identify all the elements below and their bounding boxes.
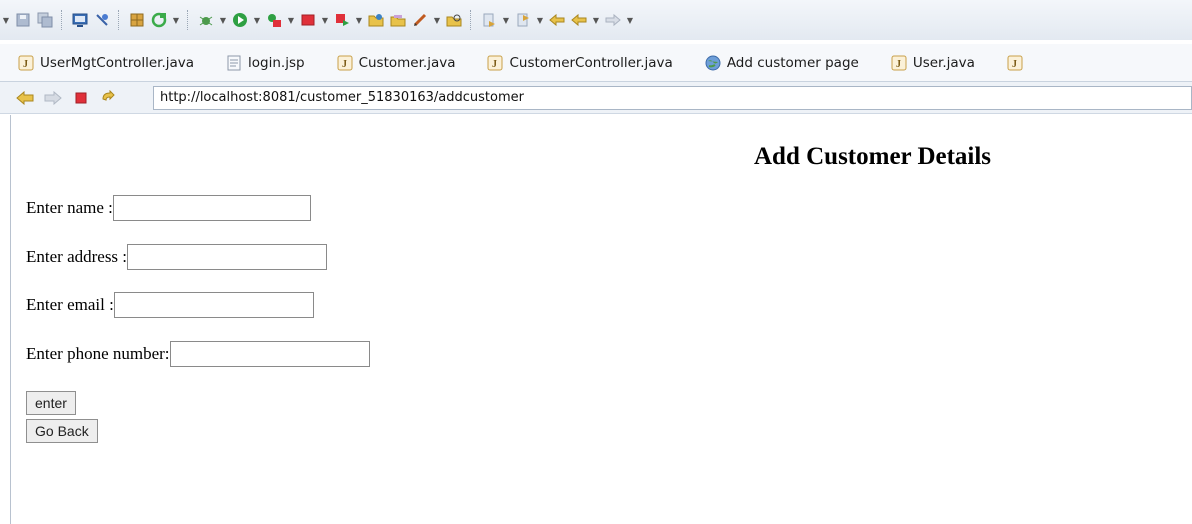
svg-text:J: J	[896, 59, 901, 70]
tab-login-jsp[interactable]: login.jsp	[208, 44, 319, 82]
divider	[10, 115, 11, 524]
toolbar-separator	[187, 10, 190, 30]
dropdown-arrow-icon[interactable]: ▼	[536, 11, 544, 29]
page-title: Add Customer Details	[754, 143, 992, 170]
phone-row: Enter phone number:	[26, 341, 370, 367]
open-folder-icon[interactable]	[367, 11, 385, 29]
java-file-icon: J	[337, 55, 353, 71]
globe-icon	[705, 55, 721, 71]
dropdown-arrow-icon[interactable]: ▼	[2, 11, 10, 29]
search-folder-icon[interactable]	[445, 11, 463, 29]
dropdown-arrow-icon[interactable]: ▼	[592, 11, 600, 29]
email-input[interactable]	[113, 292, 314, 318]
java-file-icon: J	[18, 55, 34, 71]
dropdown-arrow-icon[interactable]: ▼	[287, 11, 295, 29]
debug-icon[interactable]	[197, 11, 215, 29]
tab-label: User.java	[912, 54, 975, 71]
run-icon[interactable]	[231, 11, 249, 29]
dropdown-arrow-icon[interactable]: ▼	[502, 11, 510, 29]
email-row: Enter email :	[26, 292, 314, 318]
phone-input[interactable]	[169, 341, 370, 367]
page-content: Add Customer Details Enter name : Enter …	[0, 115, 1192, 524]
enter-button[interactable]: enter	[26, 391, 76, 415]
back-arrow-icon[interactable]	[16, 89, 34, 107]
refresh-icon[interactable]	[150, 11, 168, 29]
run-external-icon[interactable]	[265, 11, 283, 29]
email-label: Enter email :	[26, 295, 114, 314]
forward-arrow-icon[interactable]	[44, 89, 62, 107]
dropdown-arrow-icon[interactable]: ▼	[219, 11, 227, 29]
toolbar-separator	[61, 10, 64, 30]
name-input[interactable]	[112, 195, 311, 221]
dropdown-arrow-icon[interactable]: ▼	[321, 11, 329, 29]
tab-customercontroller-java[interactable]: J CustomerController.java	[469, 44, 686, 82]
address-label: Enter address :	[26, 247, 128, 266]
forward-arrow-icon[interactable]	[604, 11, 622, 29]
toolbar-separator	[470, 10, 473, 30]
tab-label: CustomerController.java	[509, 54, 673, 71]
save-all-icon[interactable]	[36, 11, 54, 29]
toolbar-separator	[118, 10, 121, 30]
new-wizard-icon[interactable]	[128, 11, 146, 29]
save-icon[interactable]	[14, 11, 32, 29]
tab-customer-java[interactable]: J Customer.java	[319, 44, 470, 82]
name-row: Enter name :	[26, 195, 311, 221]
tab-label: login.jsp	[248, 54, 305, 71]
tab-label: UserMgtController.java	[40, 54, 195, 71]
prev-annotation-icon[interactable]	[514, 11, 532, 29]
tab-add-customer-page[interactable]: Add customer page	[687, 44, 873, 82]
go-back-button[interactable]: Go Back	[26, 419, 98, 443]
svg-text:J: J	[342, 59, 347, 70]
deploy-icon[interactable]	[333, 11, 351, 29]
address-input[interactable]	[127, 244, 328, 270]
tab-usermgtcontroller-java[interactable]: J UserMgtController.java	[0, 44, 208, 82]
open-project-icon[interactable]	[389, 11, 407, 29]
tab-label: Customer.java	[358, 54, 456, 71]
url-input[interactable]: http://localhost:8081/customer_51830163/…	[153, 86, 1192, 110]
edit-pen-icon[interactable]	[411, 11, 429, 29]
svg-text:J: J	[492, 59, 497, 70]
skip-breakpoints-icon[interactable]	[93, 11, 111, 29]
next-annotation-icon[interactable]	[480, 11, 498, 29]
browser-nav-bar: http://localhost:8081/customer_51830163/…	[0, 82, 1192, 114]
dropdown-arrow-icon[interactable]: ▼	[253, 11, 261, 29]
tab-user-java[interactable]: J User.java	[873, 44, 989, 82]
dropdown-arrow-icon[interactable]: ▼	[433, 11, 441, 29]
jsp-file-icon	[226, 55, 242, 71]
refresh-icon[interactable]	[100, 89, 118, 107]
phone-label: Enter phone number:	[26, 344, 170, 363]
dropdown-arrow-icon[interactable]: ▼	[172, 11, 180, 29]
stop-server-icon[interactable]	[299, 11, 317, 29]
address-row: Enter address :	[26, 244, 328, 270]
java-file-icon: J	[487, 55, 503, 71]
java-file-icon: J	[1007, 55, 1023, 71]
back-arrow-icon[interactable]	[570, 11, 588, 29]
name-label: Enter name :	[26, 198, 113, 217]
eclipse-toolbar: ▼ ▼ ▼ ▼ ▼ ▼ ▼ ▼ ▼ ▼ ▼ ▼	[0, 0, 1192, 40]
console-icon[interactable]	[71, 11, 89, 29]
tab-overflow[interactable]: J	[989, 44, 1037, 82]
svg-text:J: J	[1012, 59, 1017, 70]
java-file-icon: J	[891, 55, 907, 71]
stop-icon[interactable]	[72, 89, 90, 107]
last-edit-icon[interactable]	[548, 11, 566, 29]
tab-label: Add customer page	[726, 54, 859, 71]
editor-tabs: J UserMgtController.java login.jsp J Cus…	[0, 44, 1192, 82]
svg-text:J: J	[23, 59, 28, 70]
dropdown-arrow-icon[interactable]: ▼	[626, 11, 634, 29]
dropdown-arrow-icon[interactable]: ▼	[355, 11, 363, 29]
